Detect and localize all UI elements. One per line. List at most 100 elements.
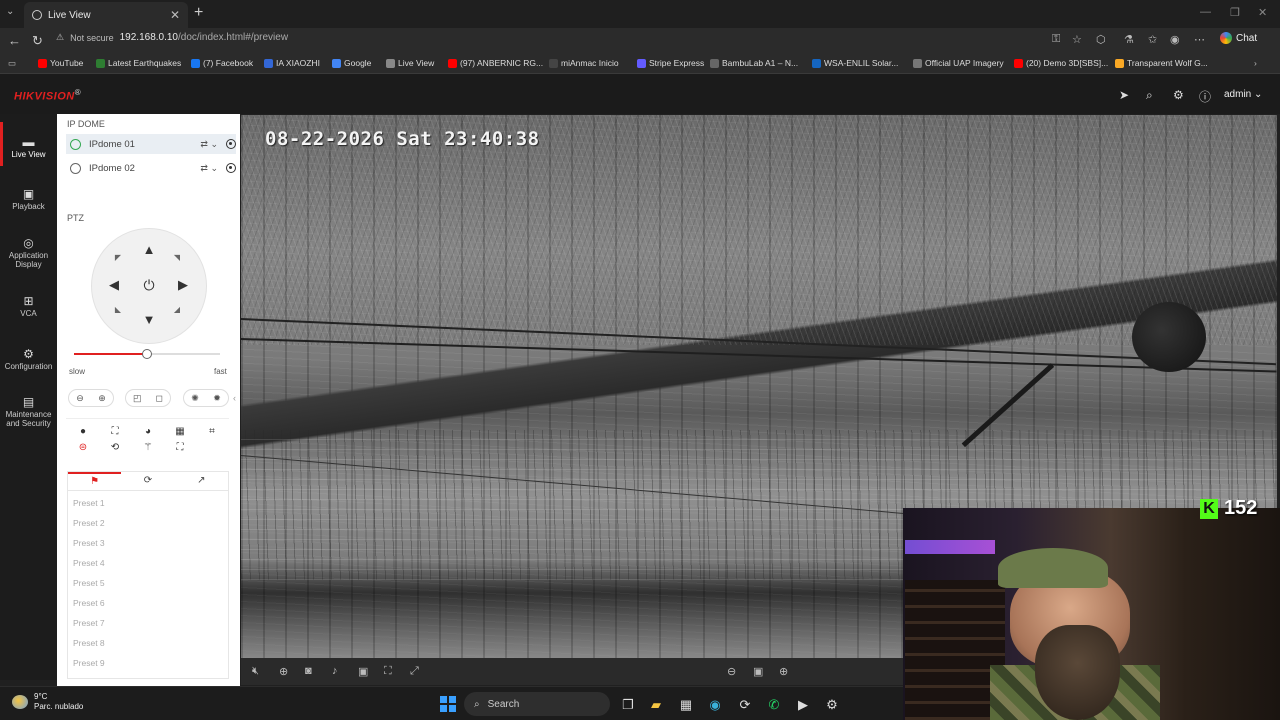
- info-icon[interactable]: ⓘ: [1199, 88, 1211, 105]
- windows-start-icon[interactable]: [440, 696, 456, 712]
- record-icon[interactable]: [226, 163, 236, 173]
- bookmark-item[interactable]: (7) Facebook: [191, 58, 253, 68]
- microphone-icon[interactable]: ♪: [332, 665, 338, 677]
- search-icon[interactable]: ⌕: [1146, 88, 1153, 103]
- tab-patrol[interactable]: ⟳: [121, 472, 174, 490]
- whatsapp-icon[interactable]: ✆: [765, 697, 783, 713]
- nav-vca[interactable]: ⊞ VCA: [0, 295, 57, 318]
- zoom-area-icon[interactable]: ⊜: [76, 442, 90, 453]
- previous-icon[interactable]: ⊖: [727, 665, 736, 678]
- record-icon[interactable]: [226, 139, 236, 149]
- store-icon[interactable]: ▦: [677, 697, 695, 713]
- bookmark-item[interactable]: BambuLab A1 – N...: [710, 58, 798, 68]
- wiper-icon[interactable]: ⚚: [141, 442, 155, 453]
- grid-icon[interactable]: ▦: [173, 426, 187, 437]
- more-icon[interactable]: ⋯: [1194, 33, 1205, 46]
- taskbar-search[interactable]: ⌕ Search: [464, 692, 610, 716]
- preset-item[interactable]: Preset 1: [73, 498, 105, 508]
- bookmark-item[interactable]: Google: [332, 58, 371, 68]
- send-icon[interactable]: ➤: [1119, 88, 1129, 102]
- bookmark-item[interactable]: YouTube: [38, 58, 83, 68]
- bookmark-star-icon[interactable]: ☆: [1072, 33, 1082, 46]
- stop-icon[interactable]: ▣: [753, 665, 763, 678]
- chat-button[interactable]: Chat: [1220, 32, 1257, 44]
- stream-switch-icon[interactable]: ⇄ ⌄: [200, 163, 218, 174]
- ptz-up-right-icon[interactable]: ◥: [171, 253, 183, 262]
- tab-close-icon[interactable]: ✕: [170, 8, 180, 22]
- ptz-auto-icon[interactable]: ⏻: [141, 277, 157, 294]
- fullscreen-icon[interactable]: ⛶: [384, 665, 392, 678]
- tab-pattern[interactable]: ↗: [175, 472, 228, 490]
- iris-open-icon[interactable]: ✹: [213, 393, 221, 404]
- back-icon[interactable]: ←: [8, 33, 21, 48]
- preset-item[interactable]: Preset 4: [73, 558, 105, 568]
- iris-close-icon[interactable]: ✺: [191, 393, 199, 404]
- nav-application-display[interactable]: ◎ Application Display: [0, 237, 57, 269]
- zoom-in-icon[interactable]: ⊕: [98, 393, 106, 404]
- collapse-panel-icon[interactable]: ‹: [233, 393, 236, 403]
- favorites-icon[interactable]: ✩: [1148, 33, 1157, 46]
- expand-icon[interactable]: ⤢: [410, 665, 419, 678]
- more-bookmarks-icon[interactable]: ›: [1254, 58, 1257, 68]
- nav-playback[interactable]: ▣ Playback: [0, 188, 57, 211]
- ptz-down-right-icon[interactable]: ◢: [171, 305, 183, 314]
- extension-icon[interactable]: ⬡: [1096, 33, 1106, 46]
- profile-avatar[interactable]: ◉: [1170, 33, 1180, 46]
- bookmark-item[interactable]: (20) Demo 3D[SBS]...: [1014, 58, 1108, 68]
- url-field[interactable]: ⚠ Not secure 192.168.0.10/doc/index.html…: [56, 32, 288, 43]
- browser-tab[interactable]: Live View ✕: [24, 2, 188, 28]
- bookmark-item[interactable]: miAnmac Inicio: [549, 58, 619, 68]
- nav-maintenance-security[interactable]: ▤ Maintenance and Security: [0, 396, 57, 428]
- app-icon[interactable]: ⟳: [736, 697, 754, 713]
- bookmark-item[interactable]: Latest Earthquakes: [96, 58, 181, 68]
- reload-icon[interactable]: ↻: [32, 33, 43, 49]
- tab-preset[interactable]: ⚑: [68, 472, 122, 490]
- ptz-down-icon[interactable]: ▼: [141, 312, 157, 327]
- 3d-position-icon[interactable]: ⛶: [108, 426, 122, 437]
- tools-icon[interactable]: ⚙: [1173, 88, 1184, 102]
- one-touch-focus-icon[interactable]: ⛶: [173, 442, 187, 453]
- file-explorer-icon[interactable]: ▰: [647, 697, 665, 713]
- sidebar-toggle-icon[interactable]: ▭: [8, 58, 16, 69]
- preset-item[interactable]: Preset 7: [73, 618, 105, 628]
- focus-far-icon[interactable]: ◻: [156, 393, 163, 404]
- media-player-icon[interactable]: ▶: [794, 697, 812, 713]
- bookmark-item[interactable]: Live View: [386, 58, 434, 68]
- preset-item[interactable]: Preset 5: [73, 578, 105, 588]
- key-icon[interactable]: ⚿: [1052, 33, 1060, 46]
- ptz-up-icon[interactable]: ▲: [141, 242, 157, 257]
- audio-mute-icon[interactable]: 🔇︎: [252, 665, 259, 678]
- app-icon[interactable]: ⚙: [823, 697, 841, 713]
- bookmark-item[interactable]: IA XIAOZHI: [264, 58, 320, 68]
- stream-switch-icon[interactable]: ⇄ ⌄: [200, 139, 218, 150]
- record-clip-icon[interactable]: ▣: [358, 665, 368, 678]
- refresh-icon[interactable]: ⟲: [108, 442, 122, 453]
- preset-item[interactable]: Preset 3: [73, 538, 105, 548]
- minimize-icon[interactable]: —: [1200, 6, 1211, 18]
- zoom-out-icon[interactable]: ⊖: [76, 393, 84, 404]
- tab-list-icon[interactable]: ⌄: [6, 6, 14, 17]
- bookmark-item[interactable]: (97) ANBERNIC RG...: [448, 58, 543, 68]
- preset-item[interactable]: Preset 9: [73, 658, 105, 668]
- nav-configuration[interactable]: ⚙ Configuration: [0, 348, 57, 371]
- window-close-icon[interactable]: ✕: [1258, 6, 1267, 19]
- nav-live-view[interactable]: ▬ Live View: [0, 136, 57, 159]
- edge-icon[interactable]: ◉: [706, 697, 724, 713]
- light-icon[interactable]: ●: [76, 426, 90, 437]
- preset-item[interactable]: Preset 8: [73, 638, 105, 648]
- task-view-icon[interactable]: ❐: [619, 697, 637, 713]
- preset-item[interactable]: Preset 2: [73, 518, 105, 528]
- ptz-left-icon[interactable]: ◀: [106, 277, 122, 293]
- auto-track-icon[interactable]: ⌗: [205, 426, 219, 437]
- ptz-right-icon[interactable]: ▶: [175, 277, 191, 293]
- manual-tracking-icon[interactable]: ◕: [141, 426, 155, 437]
- preset-item[interactable]: Preset 6: [73, 598, 105, 608]
- maximize-icon[interactable]: ❐: [1230, 6, 1240, 19]
- extension-icon[interactable]: ⚗: [1124, 33, 1134, 46]
- ptz-up-left-icon[interactable]: ◤: [112, 253, 124, 262]
- digital-zoom-icon[interactable]: ⊕: [279, 665, 288, 678]
- capture-icon[interactable]: ◙: [305, 665, 312, 677]
- weather-widget[interactable]: 9°C Parc. nublado: [12, 692, 83, 712]
- speed-slider-handle[interactable]: [142, 349, 152, 359]
- ptz-down-left-icon[interactable]: ◣: [112, 305, 124, 314]
